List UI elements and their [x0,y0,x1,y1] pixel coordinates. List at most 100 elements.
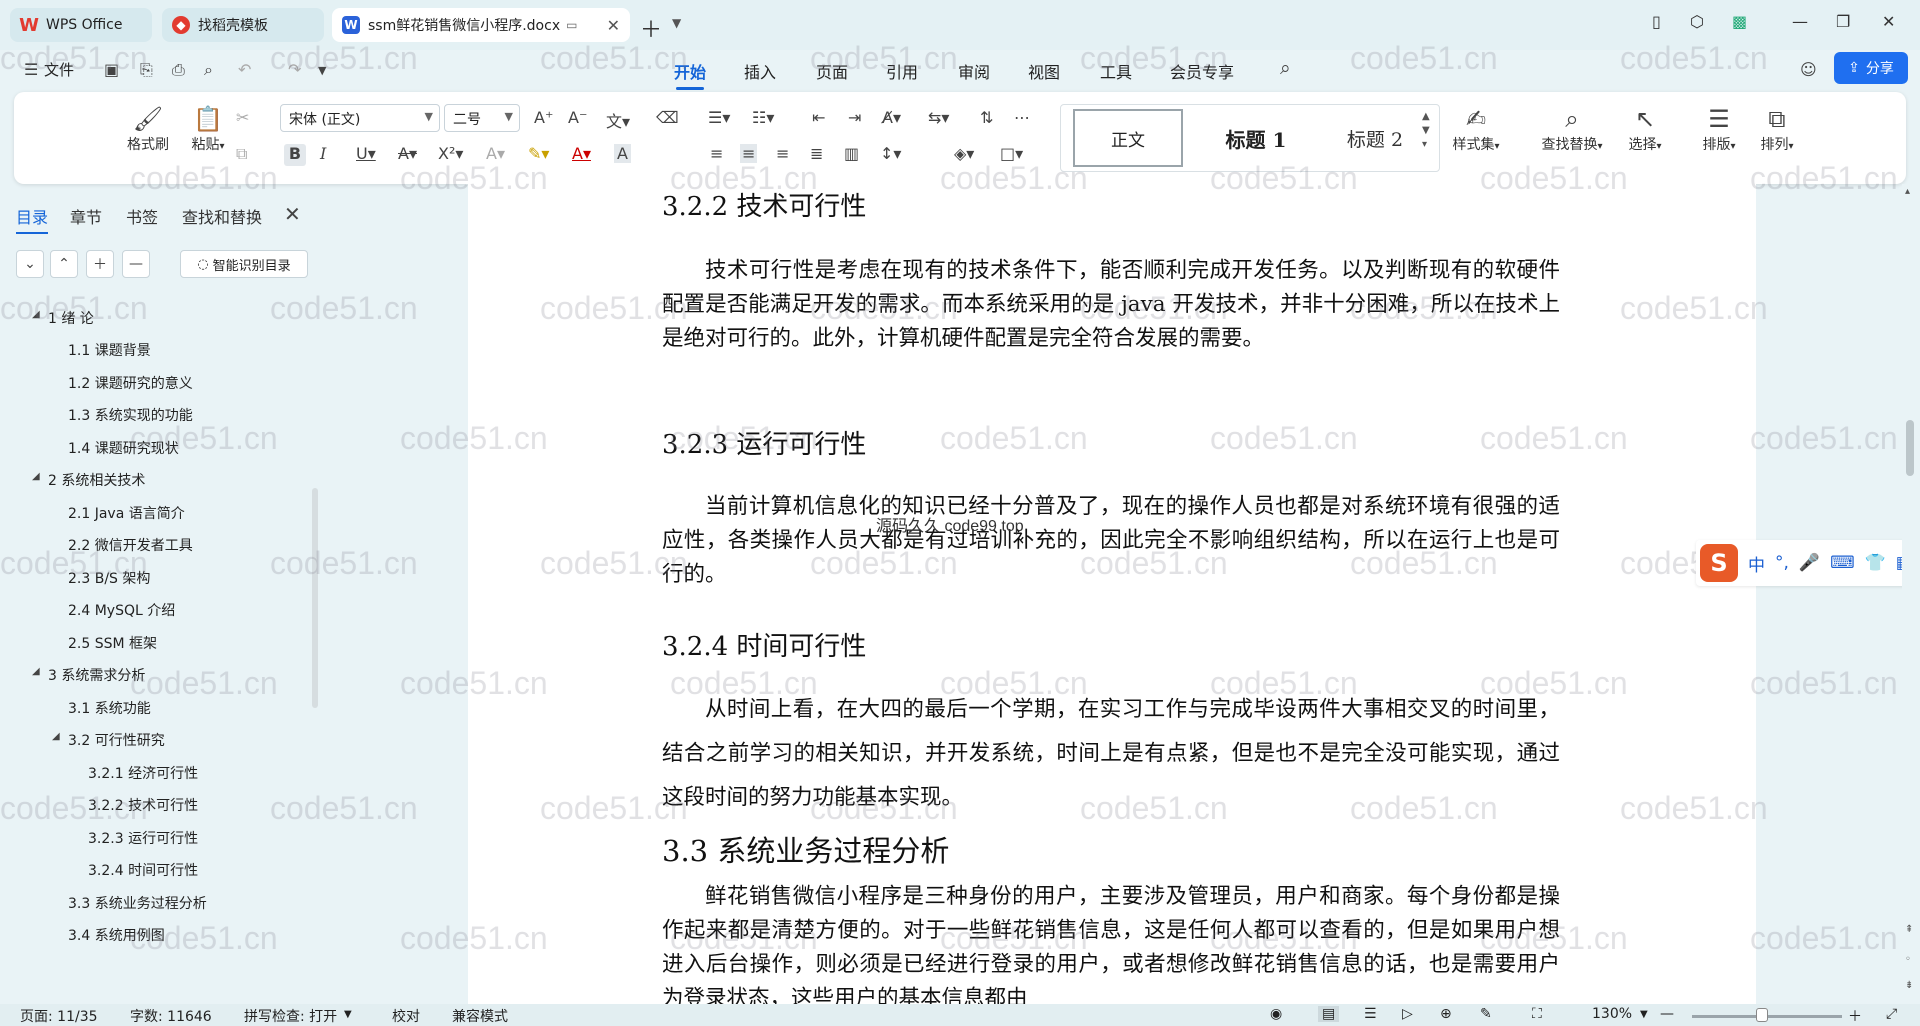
expand-arrow-icon[interactable]: ◢ [52,731,60,742]
minimize-icon[interactable]: — [1792,12,1808,31]
menu-insert[interactable]: 插入 [744,59,776,83]
hamburger-icon[interactable]: ☰ [24,60,38,79]
page-view-icon[interactable]: ▤ [1318,1006,1340,1022]
chevron-down-icon[interactable]: ▼ [1640,1009,1648,1020]
increase-indent-icon[interactable]: ⇥ [848,108,861,127]
print-preview-icon[interactable]: ⌕ [204,60,213,80]
justify-icon[interactable]: ≣ [810,144,823,163]
microphone-icon[interactable]: 🎤 [1799,553,1820,573]
align-right-icon[interactable]: ≡ [776,144,789,163]
document-scrollbar[interactable]: ▴ ⇞ ◦ ⇟ [1902,184,1920,1004]
file-menu[interactable]: 文件 [44,59,74,80]
menu-review[interactable]: 审阅 [958,59,990,83]
toc-item[interactable]: 2.5 SSM 框架 [68,633,157,653]
outline-view-icon[interactable]: ☰ [1364,1006,1377,1022]
save-icon[interactable]: ▣ [104,60,119,79]
fit-page-icon[interactable]: ⛶ [1532,1006,1542,1022]
play-icon[interactable]: ▷ [1402,1006,1413,1022]
shading-icon[interactable]: ◈▾ [954,144,974,163]
tab-wps-office[interactable]: W WPS Office [10,8,152,42]
export-icon[interactable]: ⎘ [140,60,153,80]
toc-item[interactable]: 3.2.4 时间可行性 [88,860,198,880]
fullscreen-icon[interactable]: ⤢ [1886,1006,1897,1022]
keyboard-icon[interactable]: ⌨ [1830,553,1855,573]
search-icon[interactable]: ⌕ [1280,57,1291,79]
show-marks-icon[interactable]: ⋯ [1014,108,1030,127]
style-set-button[interactable]: ✍ 样式集▾ [1444,104,1508,154]
text-direction-icon[interactable]: A̸▾ [882,108,901,127]
paste-button[interactable]: 📋 粘贴▾ [178,104,238,154]
zoom-in-icon[interactable]: ＋ [1848,1006,1862,1026]
zoom-level[interactable]: 130% [1592,1006,1632,1022]
zoom-out-icon[interactable]: — [1660,1006,1674,1022]
menu-references[interactable]: 引用 [886,59,918,83]
close-tab-icon[interactable]: ✕ [607,16,620,35]
line-break-icon[interactable]: ⇆▾ [928,108,949,127]
toc-item[interactable]: 1.4 课题研究现状 [68,438,179,458]
style-normal[interactable]: 正文 [1073,109,1183,167]
style-heading-1[interactable]: 标题 1 [1201,105,1311,171]
shrink-font-icon[interactable]: A⁻ [568,108,587,127]
find-replace-button[interactable]: ⌕ 查找替换▾ [1532,104,1612,154]
toc-item[interactable]: 2.2 微信开发者工具 [68,535,193,555]
superscript-icon[interactable]: X²▾ [438,144,463,163]
toc-item[interactable]: 3.1 系统功能 [68,698,151,718]
strikethrough-icon[interactable]: A▾ [398,144,417,163]
phonetic-guide-icon[interactable]: 文▾ [606,108,630,132]
cube-icon[interactable]: ⬡ [1690,12,1704,31]
toc-item[interactable]: 2.4 MySQL 介绍 [68,600,175,620]
underline-icon[interactable]: U▾ [356,144,376,163]
page-indicator[interactable]: 页面: 11/35 [20,1006,98,1026]
decrease-indent-icon[interactable]: ⇤ [812,108,825,127]
chat-icon[interactable]: ☺ [1800,60,1817,79]
menu-member[interactable]: 会员专享 [1170,59,1234,83]
expand-arrow-icon[interactable]: ◢ [32,309,40,320]
toc-item[interactable]: ◢ 3 系统需求分析 [32,665,145,685]
toc-item[interactable]: 3.2.1 经济可行性 [88,763,198,783]
clear-format-icon[interactable]: ⌫ [656,108,679,127]
punctuation-icon[interactable]: °, [1775,553,1789,573]
print-icon[interactable]: ⎙ [172,60,185,80]
toc-item[interactable]: ◢ 2 系统相关技术 [32,470,145,490]
sort-icon[interactable]: ⇅ [980,108,993,127]
pen-icon[interactable]: ✎ [1480,1006,1492,1022]
avatar[interactable]: ▩ [1732,12,1747,31]
expand-arrow-icon[interactable]: ◢ [32,471,40,482]
toc-item[interactable]: ◢ 3.2 可行性研究 [52,730,165,750]
format-painter-button[interactable]: 🖌 格式刷 [118,104,178,154]
section-paragraph[interactable]: 技术可行性是考虑在现有的技术条件下，能否顺利完成开发任务。以及判断现有的软硬件配… [662,254,1560,356]
minus-icon[interactable]: — [122,250,150,278]
select-browse-icon[interactable]: ◦ [1905,954,1911,965]
bullets-icon[interactable]: ☰▾ [708,108,730,127]
line-spacing-icon[interactable]: ↕▾ [880,144,901,163]
char-shading-icon[interactable]: A [614,144,631,163]
font-color-icon[interactable]: A▾ [572,144,591,163]
skin-icon[interactable]: 👕 [1865,553,1886,573]
italic-icon[interactable]: I [320,144,326,163]
sidebar-scrollbar[interactable] [312,488,318,708]
menu-tools[interactable]: 工具 [1100,59,1132,83]
ime-mode[interactable]: 中 [1748,551,1765,576]
font-size-select[interactable]: 二号 ▼ [444,104,520,132]
tab-find-replace[interactable]: 查找和替换 [182,204,262,228]
chevron-down-icon[interactable]: ⌄ [16,250,44,278]
ime-toolbar[interactable]: S 中 °, 🎤 ⌨ 👕 ▦ [1696,540,1920,586]
prev-page-icon[interactable]: ⇞ [1905,924,1913,935]
bold-icon[interactable]: B [284,144,306,166]
word-count[interactable]: 字数: 11646 [130,1006,212,1026]
section-paragraph[interactable]: 从时间上看，在大四的最后一个学期，在实习工作与完成毕设两件大事相交叉的时间里，结… [662,688,1560,820]
styles-scroll-arrows[interactable]: ▲ ▼ ▾ [1422,110,1430,152]
undo-icon[interactable]: ↶ [238,60,251,79]
tab-bookmarks[interactable]: 书签 [126,204,158,228]
restore-icon[interactable]: ❐ [1836,12,1850,31]
scroll-up-icon[interactable]: ▴ [1905,186,1910,197]
select-button[interactable]: ↖ 选择▾ [1620,104,1670,154]
toc-item[interactable]: 3.2.2 技术可行性 [88,795,198,815]
spell-check[interactable]: 拼写检查: 打开 [244,1006,337,1026]
font-name-select[interactable]: 宋体 (正文) ▼ [280,104,440,132]
redo-icon[interactable]: ↷ [288,60,301,79]
align-center-icon[interactable]: ≡ [740,144,758,163]
reading-mode-icon[interactable]: ▯ [1652,12,1661,31]
section-paragraph[interactable]: 当前计算机信息化的知识已经十分普及了，现在的操作人员也都是对系统环境有很强的适应… [662,490,1560,592]
scroll-thumb[interactable] [1906,420,1914,476]
